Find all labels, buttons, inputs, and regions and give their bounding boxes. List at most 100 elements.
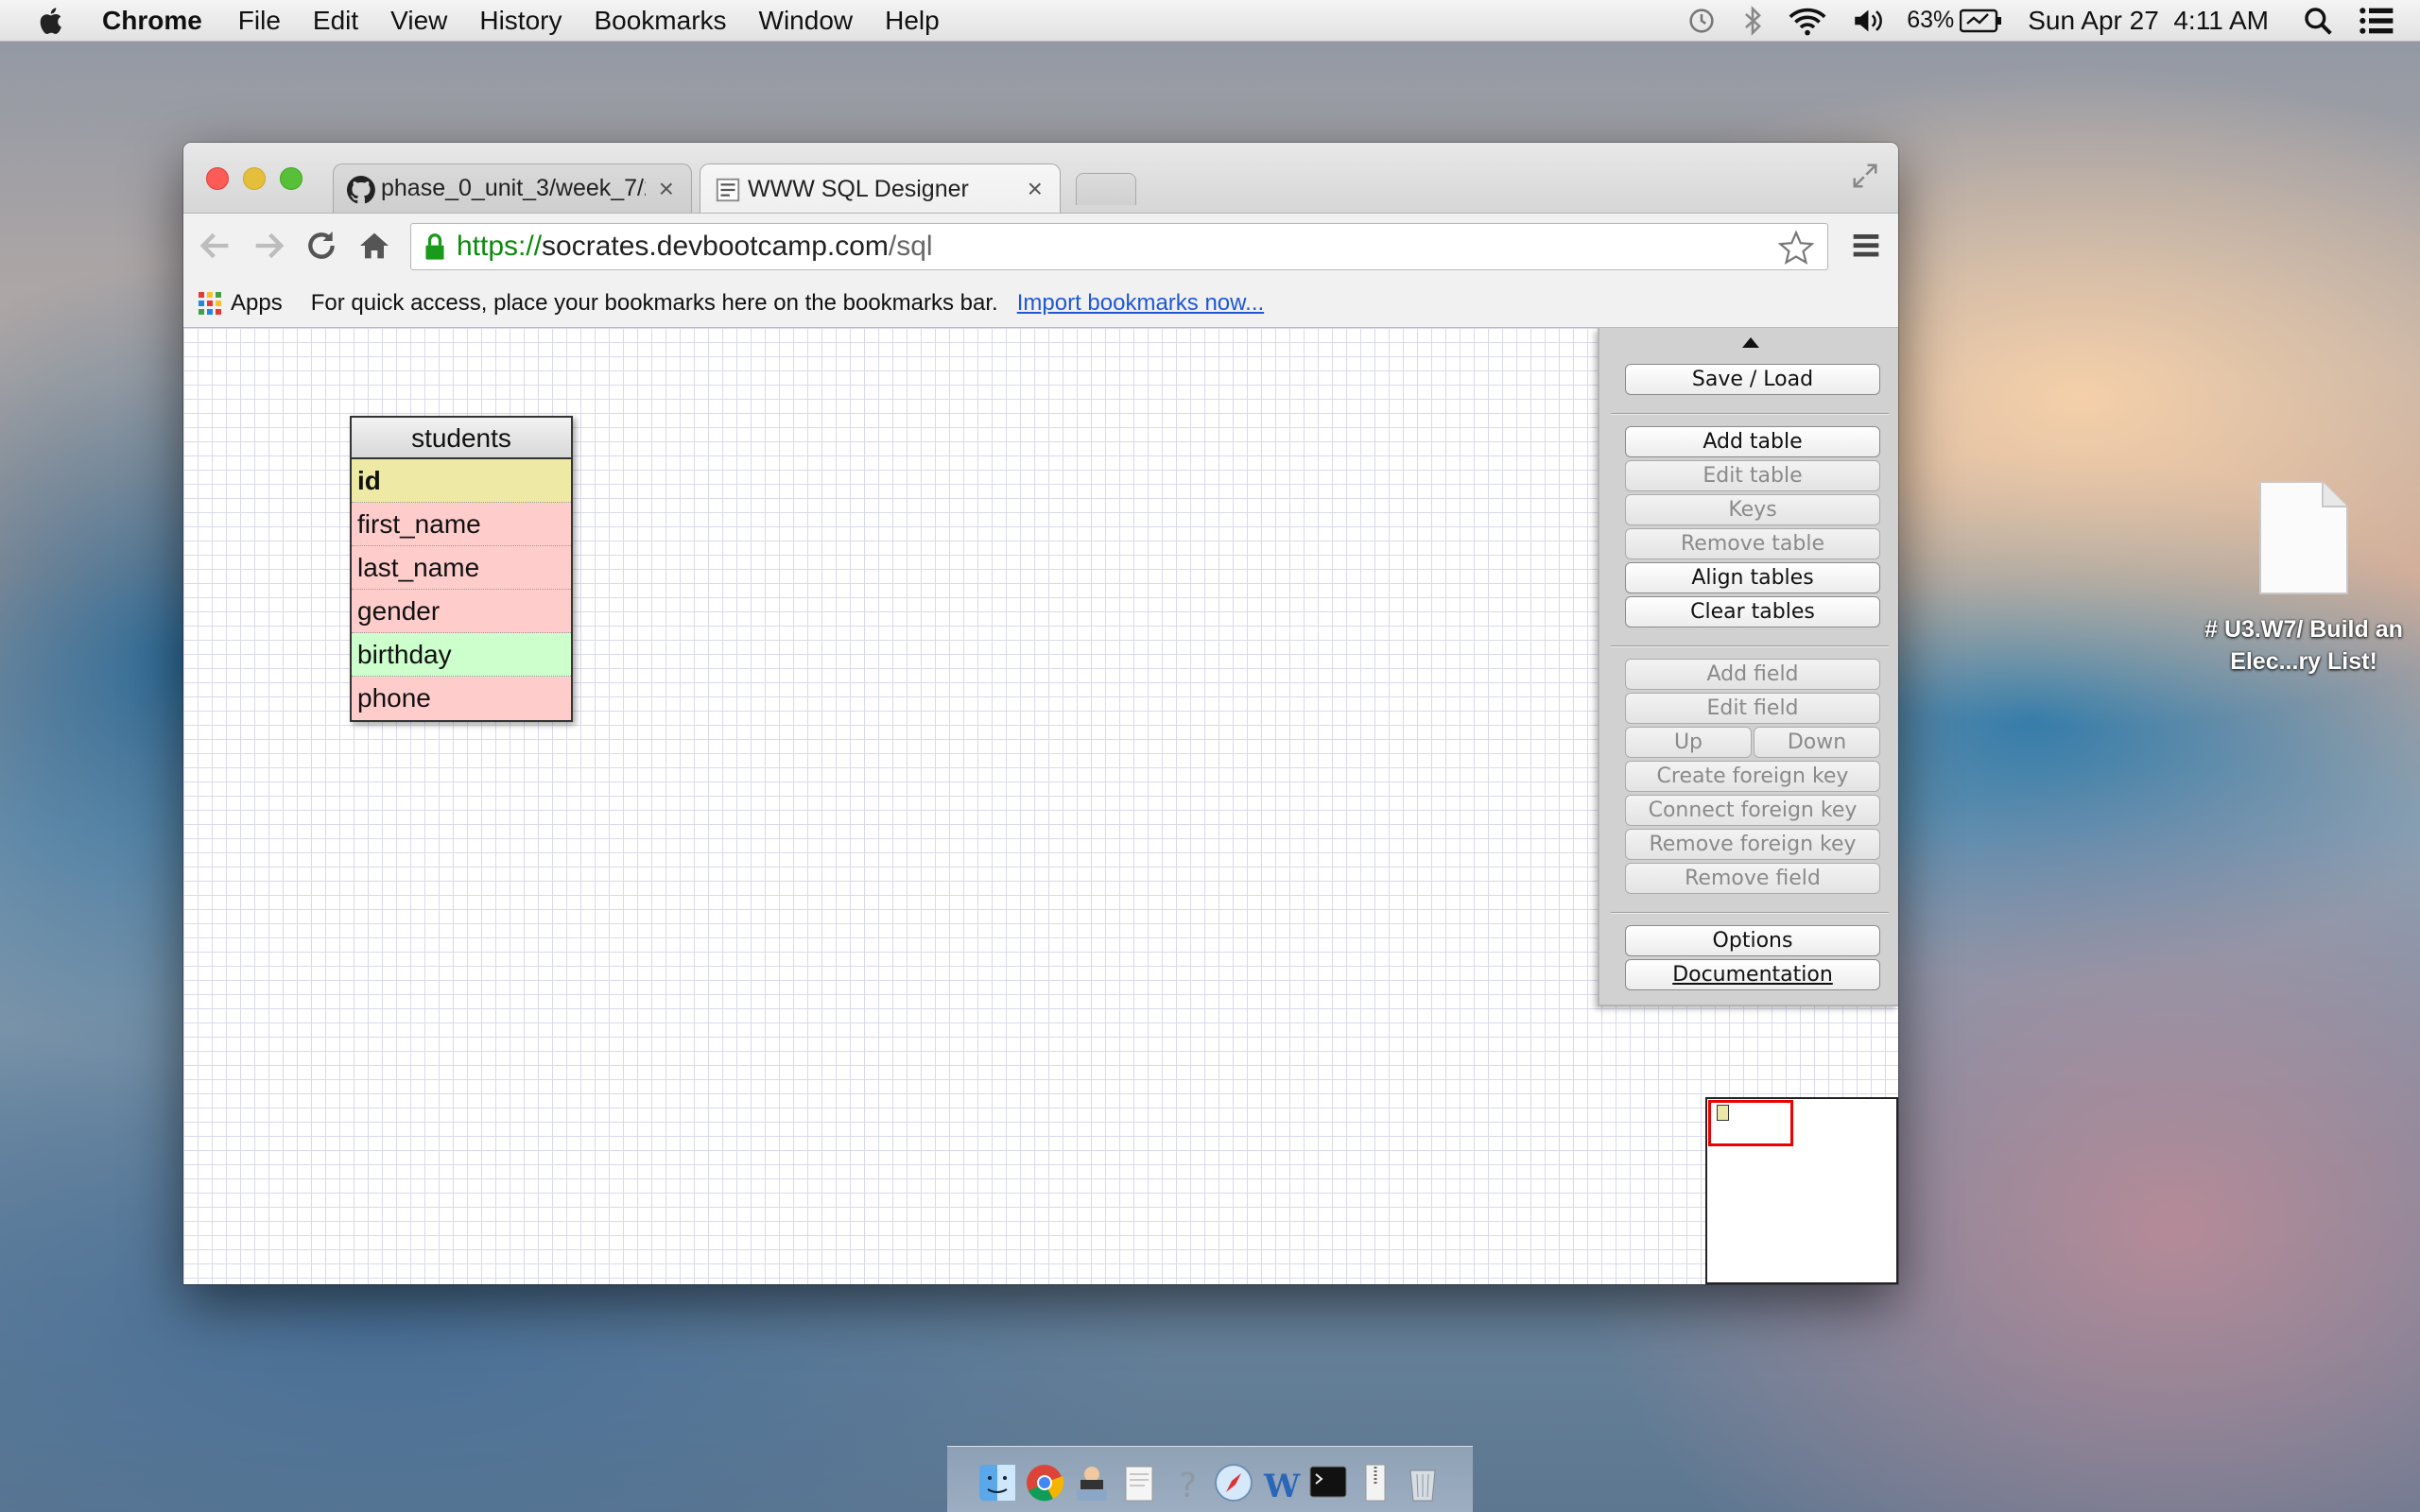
tab-title: WWW SQL Designer [748, 175, 969, 202]
menu-edit[interactable]: Edit [313, 6, 358, 36]
bluetooth-icon[interactable] [1742, 5, 1763, 37]
move-field-down-button[interactable]: Down [1754, 727, 1880, 758]
tab-sql-designer[interactable]: WWW SQL Designer × [700, 163, 1061, 214]
text-document-icon[interactable] [1118, 1461, 1160, 1504]
clock[interactable]: Sun Apr 27 4:11 AM [2028, 6, 2269, 36]
options-button[interactable]: Options [1625, 925, 1880, 956]
db-field-birthday[interactable]: birthday [352, 633, 571, 677]
menu-app-chrome[interactable]: Chrome [102, 6, 202, 36]
remove-table-button[interactable]: Remove table [1625, 528, 1880, 559]
wifi-icon[interactable] [1788, 5, 1827, 37]
desktop-file-label: # U3.W7/ Build an Elec...ry List! [2204, 616, 2403, 675]
zip-archive-icon[interactable] [1355, 1461, 1396, 1504]
align-tables-button[interactable]: Align tables [1625, 562, 1880, 593]
contacts-person-icon[interactable] [1071, 1461, 1113, 1504]
db-table-students[interactable]: students id first_name last_name gender … [350, 416, 573, 722]
db-field-gender[interactable]: gender [352, 590, 571, 633]
clear-tables-button[interactable]: Clear tables [1625, 596, 1880, 627]
menu-window[interactable]: Window [759, 6, 854, 36]
url-host: socrates.devbootcamp.com [542, 231, 889, 262]
remove-foreign-key-button[interactable]: Remove foreign key [1625, 829, 1880, 860]
connect-foreign-key-button[interactable]: Connect foreign key [1625, 795, 1880, 826]
reload-icon[interactable] [302, 227, 340, 265]
db-field-phone[interactable]: phone [352, 677, 571, 720]
move-field-up-button[interactable]: Up [1625, 727, 1752, 758]
battery-percent: 63% [1907, 7, 1955, 33]
divider [1611, 413, 1889, 415]
apps-grid-icon[interactable] [199, 291, 221, 315]
spotlight-search-icon[interactable] [2303, 6, 2333, 36]
desktop-file[interactable]: # U3.W7/ Build an Elec...ry List! [2195, 480, 2412, 678]
divider [1611, 912, 1889, 914]
edit-table-button[interactable]: Edit table [1625, 460, 1880, 491]
safari-compass-icon[interactable] [1213, 1461, 1254, 1504]
help-question-icon[interactable]: ? [1166, 1461, 1207, 1504]
remove-field-button[interactable]: Remove field [1625, 863, 1880, 894]
minimap-viewport[interactable] [1708, 1100, 1793, 1146]
browser-toolbar: https:// socrates.devbootcamp.com /sql [183, 213, 1898, 279]
divider [1611, 645, 1889, 647]
apple-icon[interactable] [36, 5, 68, 37]
word-icon[interactable]: W [1260, 1461, 1302, 1504]
terminal-icon[interactable] [1307, 1461, 1349, 1504]
collapse-arrow-icon[interactable] [1742, 337, 1759, 348]
designer-canvas[interactable]: students id first_name last_name gender … [183, 328, 1898, 1284]
db-field-last-name[interactable]: last_name [352, 546, 571, 590]
menu-file[interactable]: File [238, 6, 281, 36]
documentation-link[interactable]: Documentation [1625, 959, 1880, 990]
back-arrow-icon[interactable] [197, 227, 234, 265]
url-path: /sql [888, 231, 933, 262]
db-field-first-name[interactable]: first_name [352, 503, 571, 546]
svg-text:?: ? [1179, 1467, 1197, 1504]
sql-designer-icon [716, 178, 740, 202]
add-field-button[interactable]: Add field [1625, 659, 1880, 690]
save-load-button[interactable]: Save / Load [1625, 364, 1880, 395]
trash-icon[interactable] [1402, 1461, 1443, 1504]
bookmarks-hint: For quick access, place your bookmarks h… [310, 289, 998, 316]
tab-close-icon[interactable]: × [1028, 174, 1043, 204]
db-table-title[interactable]: students [352, 418, 571, 459]
menu-help[interactable]: Help [885, 6, 940, 36]
designer-control-panel: Save / Load Add table Edit table Keys Re… [1598, 328, 1898, 1006]
tab-github[interactable]: phase_0_unit_3/week_7/2 × [333, 163, 692, 213]
tab-close-icon[interactable]: × [659, 174, 674, 204]
new-tab-button[interactable] [1076, 173, 1136, 205]
bookmark-star-icon[interactable] [1778, 230, 1814, 266]
home-icon[interactable] [355, 227, 393, 265]
menu-bar: Chrome File Edit View History Bookmarks … [0, 0, 2420, 42]
window-close-button[interactable] [206, 167, 229, 190]
tab-title: phase_0_unit_3/week_7/2 [381, 175, 646, 201]
add-table-button[interactable]: Add table [1625, 426, 1880, 457]
address-bar[interactable]: https:// socrates.devbootcamp.com /sql [410, 223, 1828, 270]
minimap[interactable] [1705, 1097, 1898, 1284]
edit-field-button[interactable]: Edit field [1625, 693, 1880, 724]
github-icon [347, 176, 375, 204]
notification-center-icon[interactable] [2358, 6, 2395, 36]
bookmarks-bar: Apps For quick access, place your bookma… [183, 279, 1898, 328]
dock: ? W [947, 1446, 1473, 1512]
svg-text:W: W [1263, 1468, 1301, 1504]
tab-strip: phase_0_unit_3/week_7/2 × WWW SQL Design… [183, 143, 1898, 214]
apps-shortcut[interactable]: Apps [231, 290, 283, 317]
browser-window: phase_0_unit_3/week_7/2 × WWW SQL Design… [183, 143, 1898, 1284]
battery-status[interactable]: 63% [1907, 7, 2003, 35]
document-icon [2259, 481, 2348, 594]
import-bookmarks-link[interactable]: Import bookmarks now... [1017, 290, 1264, 317]
fullscreen-icon[interactable] [1851, 162, 1879, 190]
volume-icon[interactable] [1852, 5, 1883, 37]
forward-arrow-icon[interactable] [250, 227, 287, 265]
keys-button[interactable]: Keys [1625, 494, 1880, 525]
menu-history[interactable]: History [479, 6, 562, 36]
time-machine-icon[interactable] [1685, 5, 1718, 37]
lock-icon[interactable] [424, 232, 445, 261]
menu-view[interactable]: View [390, 6, 447, 36]
battery-icon [1960, 9, 2002, 32]
chrome-icon[interactable] [1024, 1461, 1065, 1504]
window-minimize-button[interactable] [243, 167, 266, 190]
chrome-menu-icon[interactable] [1851, 231, 1881, 261]
db-field-id[interactable]: id [352, 459, 571, 503]
menu-bookmarks[interactable]: Bookmarks [594, 6, 726, 36]
create-foreign-key-button[interactable]: Create foreign key [1625, 761, 1880, 792]
window-maximize-button[interactable] [280, 167, 302, 190]
finder-icon[interactable] [977, 1461, 1018, 1504]
